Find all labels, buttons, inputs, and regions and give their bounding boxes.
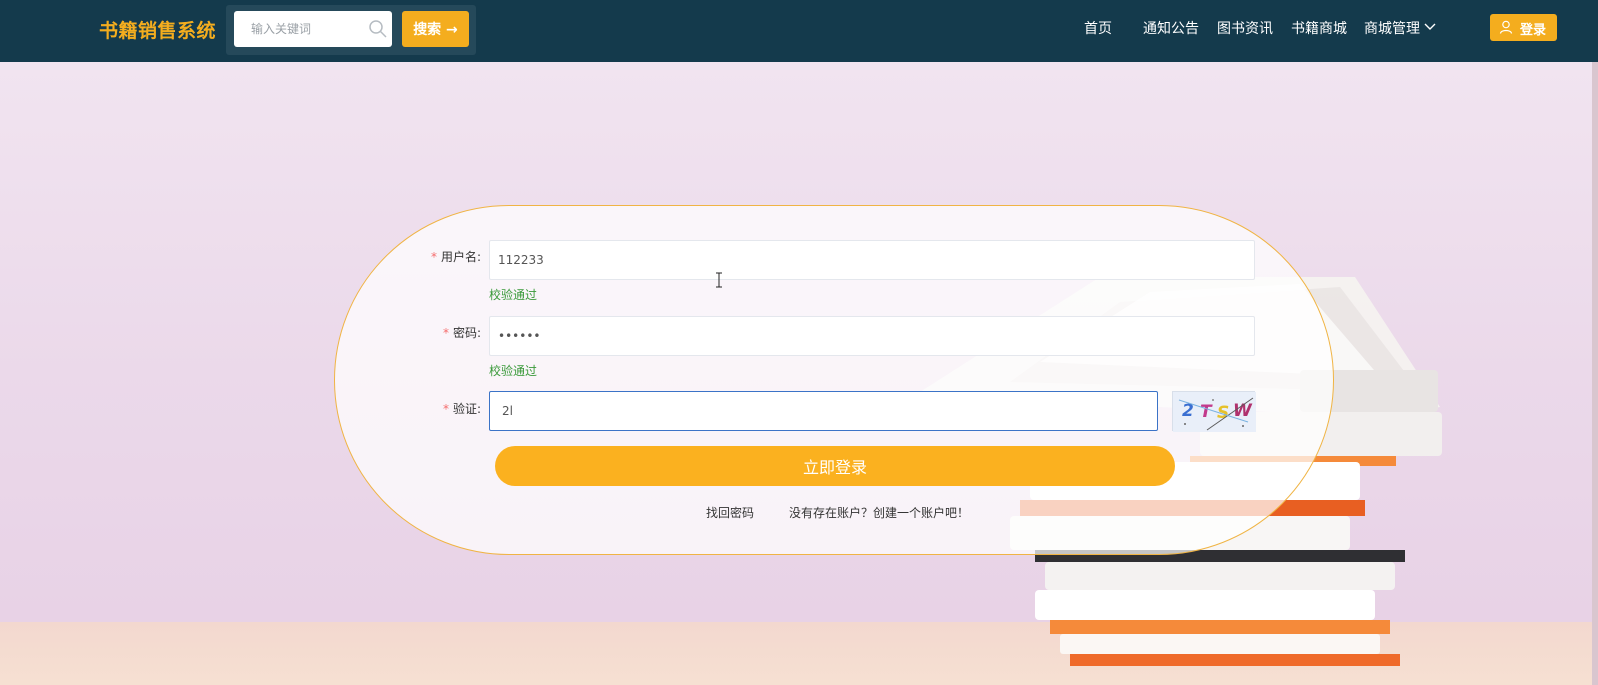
required-mark: *: [430, 250, 437, 264]
captcha-graphic: 2 T S W: [1173, 392, 1256, 432]
main-nav: 首页 通知公告 图书资讯 书籍商城 商城管理: [0, 0, 1598, 62]
submit-login-button[interactable]: 立即登录: [495, 446, 1175, 486]
nav-item-notices[interactable]: 通知公告: [1143, 18, 1199, 38]
register-link[interactable]: 没有存在账户？创建一个账户吧！: [789, 504, 969, 521]
username-valid-hint: 校验通过: [489, 288, 538, 302]
nav-item-mall-management[interactable]: 商城管理: [1364, 18, 1420, 38]
page-scrollbar[interactable]: [1592, 62, 1598, 685]
nav-item-book-news[interactable]: 图书资讯: [1217, 18, 1273, 38]
nav-item-home[interactable]: 首页: [1084, 18, 1112, 38]
login-button[interactable]: 登录: [1490, 14, 1557, 41]
forgot-password-link[interactable]: 找回密码: [706, 504, 754, 521]
captcha-input[interactable]: [489, 391, 1158, 431]
username-label: * 用户名:: [430, 250, 481, 264]
chevron-down-icon[interactable]: [1424, 22, 1436, 32]
captcha-image[interactable]: 2 T S W: [1172, 391, 1256, 432]
text-cursor-icon: [716, 272, 722, 288]
password-input[interactable]: ••••••: [489, 316, 1255, 356]
captcha-char: T: [1200, 402, 1213, 422]
top-navigation-bar: 书籍销售系统 搜索 → 首页 通知公告 图书资讯 书籍商城 商城管理 登录: [0, 0, 1598, 62]
nav-item-book-mall[interactable]: 书籍商城: [1291, 18, 1347, 38]
password-label: * 密码:: [442, 326, 481, 340]
required-mark: *: [442, 326, 449, 340]
username-input[interactable]: [489, 240, 1255, 280]
captcha-label: * 验证:: [442, 402, 481, 416]
login-button-label: 登录: [1520, 23, 1547, 38]
user-icon: [1499, 20, 1513, 34]
required-mark: *: [442, 402, 449, 416]
password-valid-hint: 校验通过: [489, 364, 538, 378]
